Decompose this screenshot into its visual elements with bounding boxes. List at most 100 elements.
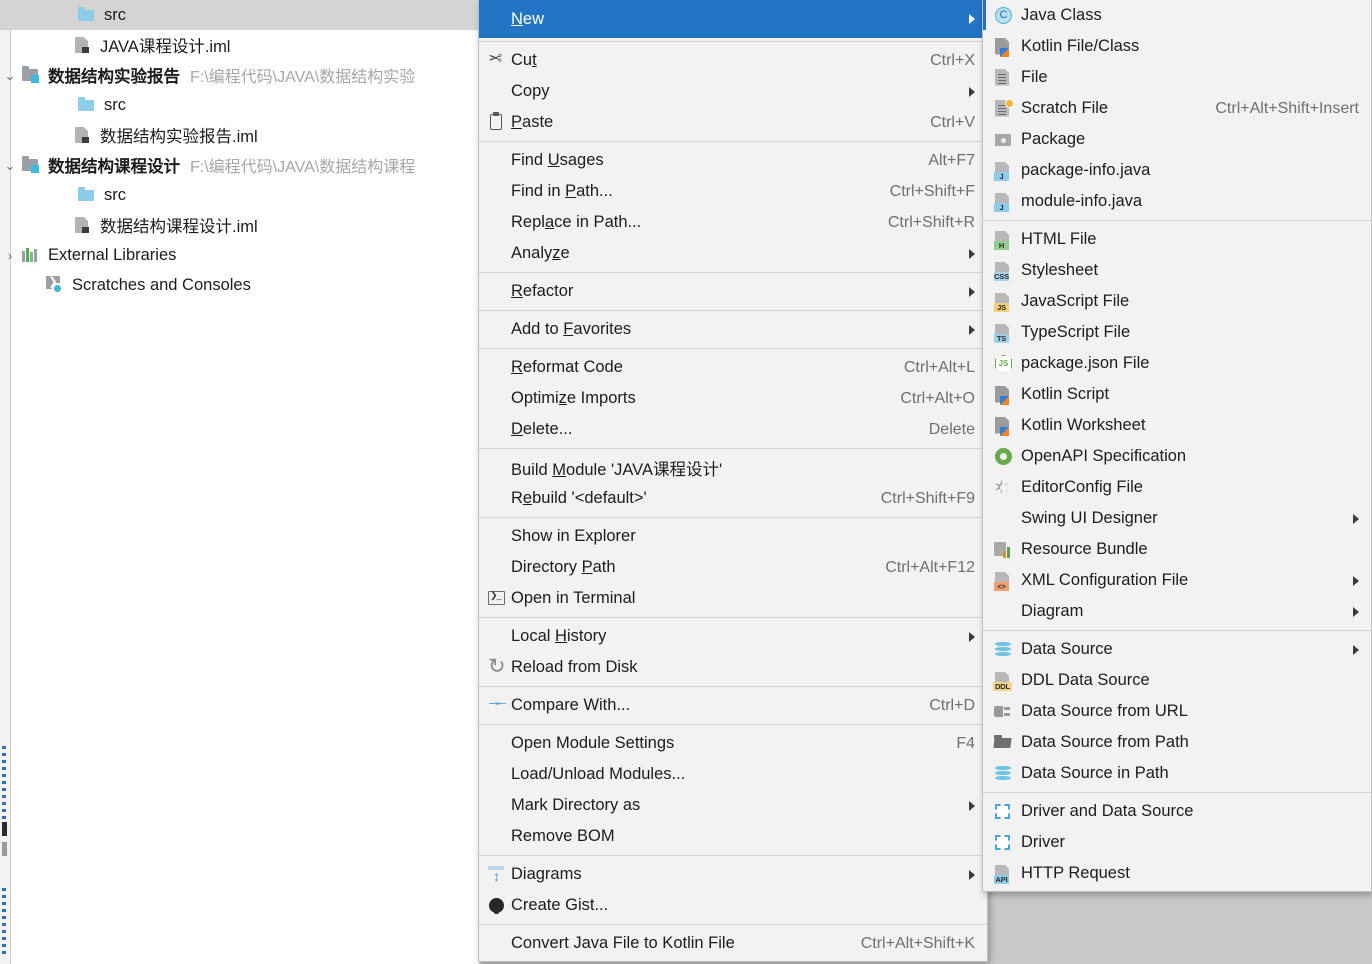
menu-item[interactable]: Remove BOM <box>479 821 987 852</box>
submenu-item[interactable]: API HTTP Request <box>983 858 1371 889</box>
menu-item[interactable]: New <box>479 0 987 38</box>
menu-icon-placeholder <box>485 419 511 441</box>
menu-item[interactable]: Local History <box>479 621 987 652</box>
module-path-label: F:\编程代码\JAVA\数据结构实验 <box>190 69 416 86</box>
menu-item-label: Find Usages <box>511 151 604 169</box>
folder-icon <box>76 5 98 25</box>
submenu-item[interactable]: Resource Bundle <box>983 534 1371 565</box>
submenu-item[interactable]: Diagram <box>983 596 1371 627</box>
project-tree[interactable]: src JAVA课程设计.iml ⌄ 数据结构实验报告 F:\编程代码\JAVA\数据结… <box>0 0 479 300</box>
menu-item[interactable]: Copy <box>479 76 987 107</box>
submenu-item-label: Kotlin Worksheet <box>1021 416 1146 434</box>
submenu-item[interactable]: Java Class <box>983 0 1371 31</box>
context-menu[interactable]: New Cut Ctrl+X Copy Paste Ctrl+V Find Usages Al… <box>478 0 988 962</box>
submenu-item[interactable]: Kotlin Worksheet <box>983 410 1371 441</box>
javascript-file-icon: JS <box>991 291 1021 313</box>
submenu-item[interactable]: Package <box>983 124 1371 155</box>
submenu-item[interactable]: Swing UI Designer <box>983 503 1371 534</box>
submenu-item-label: Driver <box>1021 833 1065 851</box>
tree-row[interactable]: ⌄ 数据结构实验报告 F:\编程代码\JAVA\数据结构实验 <box>0 60 479 90</box>
menu-item-shortcut: Ctrl+D <box>929 696 975 714</box>
submenu-item[interactable]: CSS Stylesheet <box>983 255 1371 286</box>
tree-row[interactable]: ⌄ 数据结构课程设计 F:\编程代码\JAVA\数据结构课程 <box>0 150 479 180</box>
menu-item[interactable]: Convert Java File to Kotlin File Ctrl+Alt… <box>479 928 987 959</box>
menu-icon-placeholder <box>485 243 511 265</box>
submenu-item[interactable]: File <box>983 62 1371 93</box>
submenu-item[interactable]: Jmodule-info.java <box>983 186 1371 217</box>
submenu-item[interactable]: EditorConfig File <box>983 472 1371 503</box>
submenu-item-label: Data Source in Path <box>1021 764 1169 782</box>
iml-file-icon <box>72 215 94 235</box>
submenu-item[interactable]: Jpackage-info.java <box>983 155 1371 186</box>
menu-separator <box>479 272 987 273</box>
menu-item[interactable]: Find Usages Alt+F7 <box>479 145 987 176</box>
menu-item[interactable]: Analyze <box>479 238 987 269</box>
menu-item[interactable]: Paste Ctrl+V <box>479 107 987 138</box>
menu-item[interactable]: Build Module 'JAVA课程设计' <box>479 452 987 483</box>
submenu-item[interactable]: Data Source in Path <box>983 758 1371 789</box>
submenu-item[interactable]: H HTML File <box>983 224 1371 255</box>
submenu-item-label: HTML File <box>1021 230 1097 248</box>
menu-item[interactable]: Directory Path Ctrl+Alt+F12 <box>479 552 987 583</box>
submenu-item[interactable]: Driver and Data Source <box>983 796 1371 827</box>
java-file-icon: J <box>991 191 1021 213</box>
submenu-item-label: Driver and Data Source <box>1021 802 1194 820</box>
chevron-down-icon[interactable]: ⌄ <box>0 159 20 172</box>
menu-item[interactable]: Open in Terminal <box>479 583 987 614</box>
submenu-item[interactable]: Data Source from URL <box>983 696 1371 727</box>
menu-item[interactable]: Cut Ctrl+X <box>479 45 987 76</box>
submenu-item-label: XML Configuration File <box>1021 571 1189 589</box>
menu-icon-placeholder <box>485 150 511 172</box>
menu-item-shortcut: Ctrl+Alt+Shift+K <box>860 934 975 952</box>
menu-item[interactable]: Find in Path... Ctrl+Shift+F <box>479 176 987 207</box>
tree-row[interactable]: 数据结构实验报告.iml <box>0 120 479 150</box>
menu-item[interactable]: Show in Explorer <box>479 521 987 552</box>
menu-item-shortcut: Ctrl+V <box>930 113 975 131</box>
menu-item[interactable]: Add to Favorites <box>479 314 987 345</box>
submenu-item[interactable]: Data Source <box>983 634 1371 665</box>
screen-root: src JAVA课程设计.iml ⌄ 数据结构实验报告 F:\编程代码\JAVA\数据结… <box>0 0 1372 964</box>
menu-item[interactable]: Optimize Imports Ctrl+Alt+O <box>479 383 987 414</box>
tree-row[interactable]: Scratches and Consoles <box>0 270 479 300</box>
tree-row[interactable]: 数据结构课程设计.iml <box>0 210 479 240</box>
new-submenu[interactable]: Java Class Kotlin File/Class File Scratch F… <box>982 0 1372 892</box>
submenu-item[interactable]: Kotlin File/Class <box>983 31 1371 62</box>
menu-item-label: Open in Terminal <box>511 589 636 607</box>
menu-item[interactable]: Load/Unload Modules... <box>479 759 987 790</box>
chevron-down-icon[interactable]: ⌄ <box>0 69 20 82</box>
menu-item[interactable]: Replace in Path... Ctrl+Shift+R <box>479 207 987 238</box>
menu-item[interactable]: Reformat Code Ctrl+Alt+L <box>479 352 987 383</box>
tree-row[interactable]: src <box>0 90 479 120</box>
menu-item[interactable]: Create Gist... <box>479 890 987 921</box>
tree-row[interactable]: src <box>0 0 479 30</box>
tree-row[interactable]: JAVA课程设计.iml <box>0 30 479 60</box>
tree-row[interactable]: › External Libraries <box>0 240 479 270</box>
submenu-item[interactable]: <> XML Configuration File <box>983 565 1371 596</box>
chevron-right-icon <box>1353 606 1359 617</box>
scissors-icon <box>485 50 511 72</box>
menu-icon-placeholder <box>485 357 511 379</box>
menu-item[interactable]: Reload from Disk <box>479 652 987 683</box>
menu-item-label: Show in Explorer <box>511 527 636 545</box>
menu-item[interactable]: Open Module Settings F4 <box>479 728 987 759</box>
menu-item[interactable]: Delete... Delete <box>479 414 987 445</box>
submenu-item[interactable]: OpenAPI Specification <box>983 441 1371 472</box>
submenu-item[interactable]: JS JavaScript File <box>983 286 1371 317</box>
submenu-item[interactable]: Data Source from Path <box>983 727 1371 758</box>
menu-item[interactable]: Diagrams <box>479 859 987 890</box>
menu-icon-placeholder <box>485 764 511 786</box>
menu-item[interactable]: Refactor <box>479 276 987 307</box>
submenu-item[interactable]: TS TypeScript File <box>983 317 1371 348</box>
submenu-item[interactable]: Kotlin Script <box>983 379 1371 410</box>
tree-row[interactable]: src <box>0 180 479 210</box>
submenu-item[interactable]: Driver <box>983 827 1371 858</box>
menu-item[interactable]: Mark Directory as <box>479 790 987 821</box>
submenu-item[interactable]: package.json File <box>983 348 1371 379</box>
submenu-item[interactable]: DDL DDL Data Source <box>983 665 1371 696</box>
menu-item[interactable]: Compare With... Ctrl+D <box>479 690 987 721</box>
menu-item[interactable]: Rebuild '<default>' Ctrl+Shift+F9 <box>479 483 987 514</box>
submenu-item[interactable]: Scratch File Ctrl+Alt+Shift+Insert <box>983 93 1371 124</box>
chevron-right-icon[interactable]: › <box>0 249 20 262</box>
tree-item-label: External Libraries <box>48 245 177 264</box>
submenu-item-label: JavaScript File <box>1021 292 1130 310</box>
